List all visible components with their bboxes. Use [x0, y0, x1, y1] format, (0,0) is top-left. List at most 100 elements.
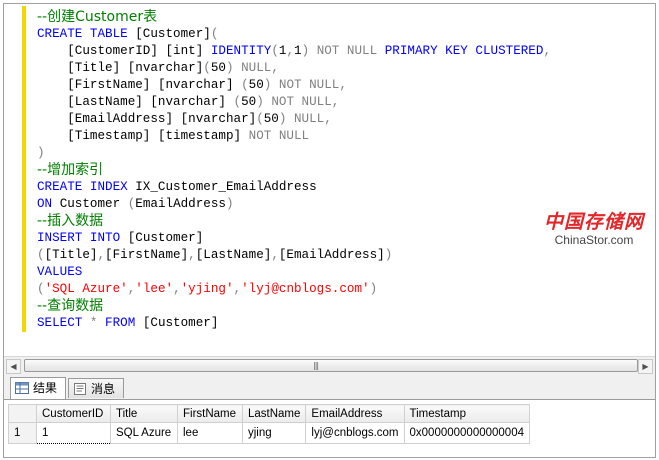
code-token: EmailAddress	[135, 197, 226, 211]
code-token: )	[384, 248, 393, 262]
code-token: (	[271, 44, 279, 58]
code-line[interactable]: [FirstName] [nvarchar] (50) NOT NULL,	[37, 77, 551, 94]
scroll-thumb[interactable]: |||	[24, 359, 638, 372]
code-line[interactable]: ('SQL Azure','lee','yjing','lyj@cnblogs.…	[37, 281, 551, 298]
column-header-firstname[interactable]: FirstName	[177, 404, 243, 423]
code-line[interactable]: CREATE INDEX IX_Customer_EmailAddress	[37, 179, 551, 196]
code-token: CREATE TABLE	[37, 27, 136, 41]
code-token: 'yjing'	[180, 282, 234, 296]
code-line[interactable]: ([Title],[FirstName],[LastName],[EmailAd…	[37, 247, 551, 264]
code-line[interactable]: --增加索引	[37, 162, 551, 179]
sql-code[interactable]: --创建Customer表 CREATE TABLE [Customer]( [C…	[37, 9, 551, 332]
cell-timestamp[interactable]: 0x0000000000000004	[403, 422, 531, 444]
code-token: Customer	[59, 197, 128, 211]
code-line[interactable]: [EmailAddress] [nvarchar](50) NULL,	[37, 111, 551, 128]
table-row[interactable]: 1 1 SQL Azure lee yjing lyj@cnblogs.com …	[8, 422, 531, 444]
code-token: (	[37, 248, 45, 262]
scroll-right-arrow-icon[interactable]: ▶	[638, 359, 653, 374]
code-line[interactable]: )	[37, 145, 551, 162]
scroll-left-arrow-icon[interactable]: ◀	[6, 359, 21, 374]
results-grid-area: CustomerID Title FirstName LastName Emai…	[4, 400, 655, 457]
code-token: ,	[286, 44, 294, 58]
code-token: [nvarchar]	[127, 61, 204, 75]
code-token: NOT NULL	[271, 95, 332, 109]
code-token: [Timestamp]	[67, 129, 158, 143]
watermark-en: ChinaStor.com	[554, 233, 634, 247]
column-header-lastname[interactable]: LastName	[241, 404, 307, 423]
code-token: [FirstName]	[105, 248, 189, 262]
cell-lastname[interactable]: yjing	[241, 422, 307, 444]
code-token: ,	[173, 282, 181, 296]
column-header-title[interactable]: Title	[110, 404, 178, 423]
code-token: ,	[543, 44, 551, 58]
code-token: ,	[271, 61, 279, 75]
grid-corner[interactable]	[8, 404, 37, 423]
code-token: ,	[97, 248, 106, 262]
code-token: [Customer]	[135, 27, 211, 41]
code-token: [EmailAddress]	[278, 248, 385, 262]
code-token: NOT NULL	[278, 78, 340, 92]
code-token: NULL	[241, 61, 272, 75]
column-header-customerid[interactable]: CustomerID	[36, 404, 111, 423]
code-token: *	[89, 316, 106, 330]
code-line[interactable]: --创建Customer表	[37, 9, 551, 26]
tab-results-label: 结果	[33, 381, 58, 395]
code-line[interactable]: ON Customer (EmailAddress)	[37, 196, 551, 213]
code-token: --增加索引	[37, 162, 104, 178]
code-token: VALUES	[37, 265, 83, 279]
grid-icon	[15, 380, 29, 394]
cell-customerid[interactable]: 1	[36, 422, 111, 444]
code-token: [nvarchar]	[150, 95, 234, 109]
code-token: [EmailAddress]	[67, 112, 181, 126]
code-token: 50	[248, 78, 264, 92]
code-line[interactable]: CREATE TABLE [Customer](	[37, 26, 551, 43]
code-token: PRIMARY KEY CLUSTERED	[384, 44, 544, 58]
messages-icon	[73, 381, 87, 395]
cell-emailaddress[interactable]: lyj@cnblogs.com	[305, 422, 405, 444]
code-line[interactable]: SELECT * FROM [Customer]	[37, 315, 551, 332]
code-token: IDENTITY	[210, 44, 272, 58]
grip-icon: |||	[313, 361, 319, 370]
sql-editor[interactable]: --创建Customer表 CREATE TABLE [Customer]( [C…	[4, 4, 655, 356]
query-window: --创建Customer表 CREATE TABLE [Customer]( [C…	[3, 3, 656, 458]
code-line[interactable]: INSERT INTO [Customer]	[37, 230, 551, 247]
code-line[interactable]: VALUES	[37, 264, 551, 281]
code-line[interactable]: --插入数据	[37, 213, 551, 230]
code-token: (	[37, 282, 45, 296]
code-line[interactable]: [Timestamp] [timestamp] NOT NULL	[37, 128, 551, 145]
tab-results[interactable]: 结果	[10, 377, 66, 399]
code-line[interactable]: [Title] [nvarchar](50) NULL,	[37, 60, 551, 77]
results-tabbar: 结果 消息	[4, 374, 655, 400]
code-token: [nvarchar]	[180, 112, 257, 126]
column-header-emailaddress[interactable]: EmailAddress	[305, 404, 405, 423]
watermark-cn: 中国存储网	[544, 211, 645, 233]
cell-firstname[interactable]: lee	[177, 422, 243, 444]
code-token: [Customer]	[142, 316, 219, 330]
code-line[interactable]: --查询数据	[37, 298, 551, 315]
code-token: [timestamp]	[157, 129, 249, 143]
code-token: 50	[241, 95, 257, 109]
code-line[interactable]: [CustomerID] [int] IDENTITY(1,1) NOT NUL…	[37, 43, 551, 60]
code-token: [int]	[165, 44, 211, 58]
code-token: --插入数据	[37, 213, 104, 229]
horizontal-scrollbar[interactable]: ◀ ||| ▶	[4, 356, 655, 374]
code-token: (	[210, 27, 219, 41]
code-token: (	[256, 112, 264, 126]
column-header-timestamp[interactable]: Timestamp	[403, 404, 531, 423]
code-token: 'SQL Azure'	[44, 282, 128, 296]
row-number[interactable]: 1	[8, 422, 37, 444]
code-token: (	[203, 61, 211, 75]
tab-messages-label: 消息	[91, 382, 116, 396]
code-line[interactable]: [LastName] [nvarchar] (50) NOT NULL,	[37, 94, 551, 111]
code-token: 'lyj@cnblogs.com'	[241, 282, 370, 296]
code-token: ,	[271, 248, 279, 262]
cell-title[interactable]: SQL Azure	[110, 422, 178, 444]
code-token: [Customer]	[127, 231, 204, 245]
tab-messages[interactable]: 消息	[68, 378, 124, 398]
code-token: )	[263, 78, 279, 92]
code-token: )	[301, 44, 317, 58]
